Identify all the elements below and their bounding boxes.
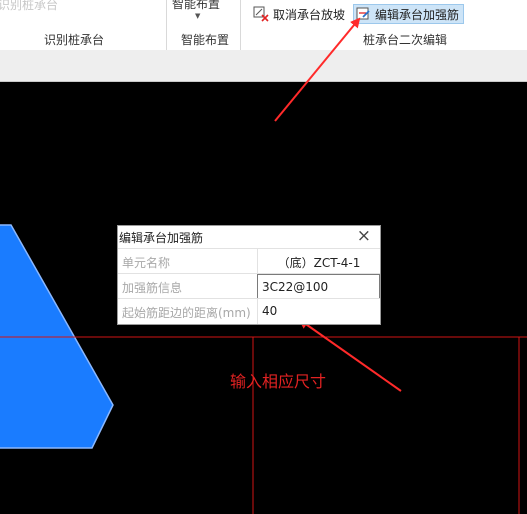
dialog-row-start-distance: 起始筋距边的距离(mm) 40 xyxy=(118,298,380,324)
start-distance-input[interactable]: 40 xyxy=(257,299,380,324)
cancel-slope-label: 取消承台放坡 xyxy=(273,7,346,22)
unit-name-value: （底）ZCT-4-1 xyxy=(257,249,380,274)
edit-rebar-label: 编辑承台加强筋 xyxy=(375,7,460,22)
ribbon: 识别桩承台 识别桩承台 智能布置 ▼ 智能布置 取消承台放坡 编辑承台加强筋 桩… xyxy=(0,0,527,50)
rebar-info-input[interactable]: 3C22@100 xyxy=(257,274,380,299)
close-icon[interactable]: × xyxy=(357,226,371,246)
ribbon-separator xyxy=(166,0,167,50)
group-label-identify: 识别桩承台 xyxy=(44,33,105,47)
cancel-slope-icon xyxy=(253,6,269,22)
group-label-smart: 智能布置 xyxy=(181,33,230,47)
unit-name-label: 单元名称 xyxy=(122,256,171,270)
dropdown-arrow-icon[interactable]: ▼ xyxy=(195,12,200,20)
dialog-title: 编辑承台加强筋 xyxy=(119,231,204,245)
dialog-row-unit-name: 单元名称 （底）ZCT-4-1 xyxy=(118,248,380,274)
dialog-row-rebar-info: 加强筋信息 3C22@100 xyxy=(118,273,380,299)
annotation-text: 输入相应尺寸 xyxy=(230,372,327,391)
secondary-toolbar xyxy=(0,50,527,82)
group-label-secondary-edit: 桩承台二次编辑 xyxy=(363,33,448,47)
ribbon-separator xyxy=(240,0,241,50)
start-distance-label: 起始筋距边的距离(mm) xyxy=(122,306,251,320)
edit-rebar-dialog: 编辑承台加强筋 × 单元名称 （底）ZCT-4-1 加强筋信息 3C22@100… xyxy=(117,225,381,325)
faded-ribbon-item[interactable]: 识别桩承台 xyxy=(0,0,58,13)
smart-layout-button-label[interactable]: 智能布置 xyxy=(172,0,220,12)
edit-rebar-icon xyxy=(356,7,370,20)
cancel-slope-button[interactable]: 取消承台放坡 xyxy=(252,4,345,24)
rebar-info-label: 加强筋信息 xyxy=(122,281,183,295)
edit-rebar-button[interactable]: 编辑承台加强筋 xyxy=(353,4,465,24)
